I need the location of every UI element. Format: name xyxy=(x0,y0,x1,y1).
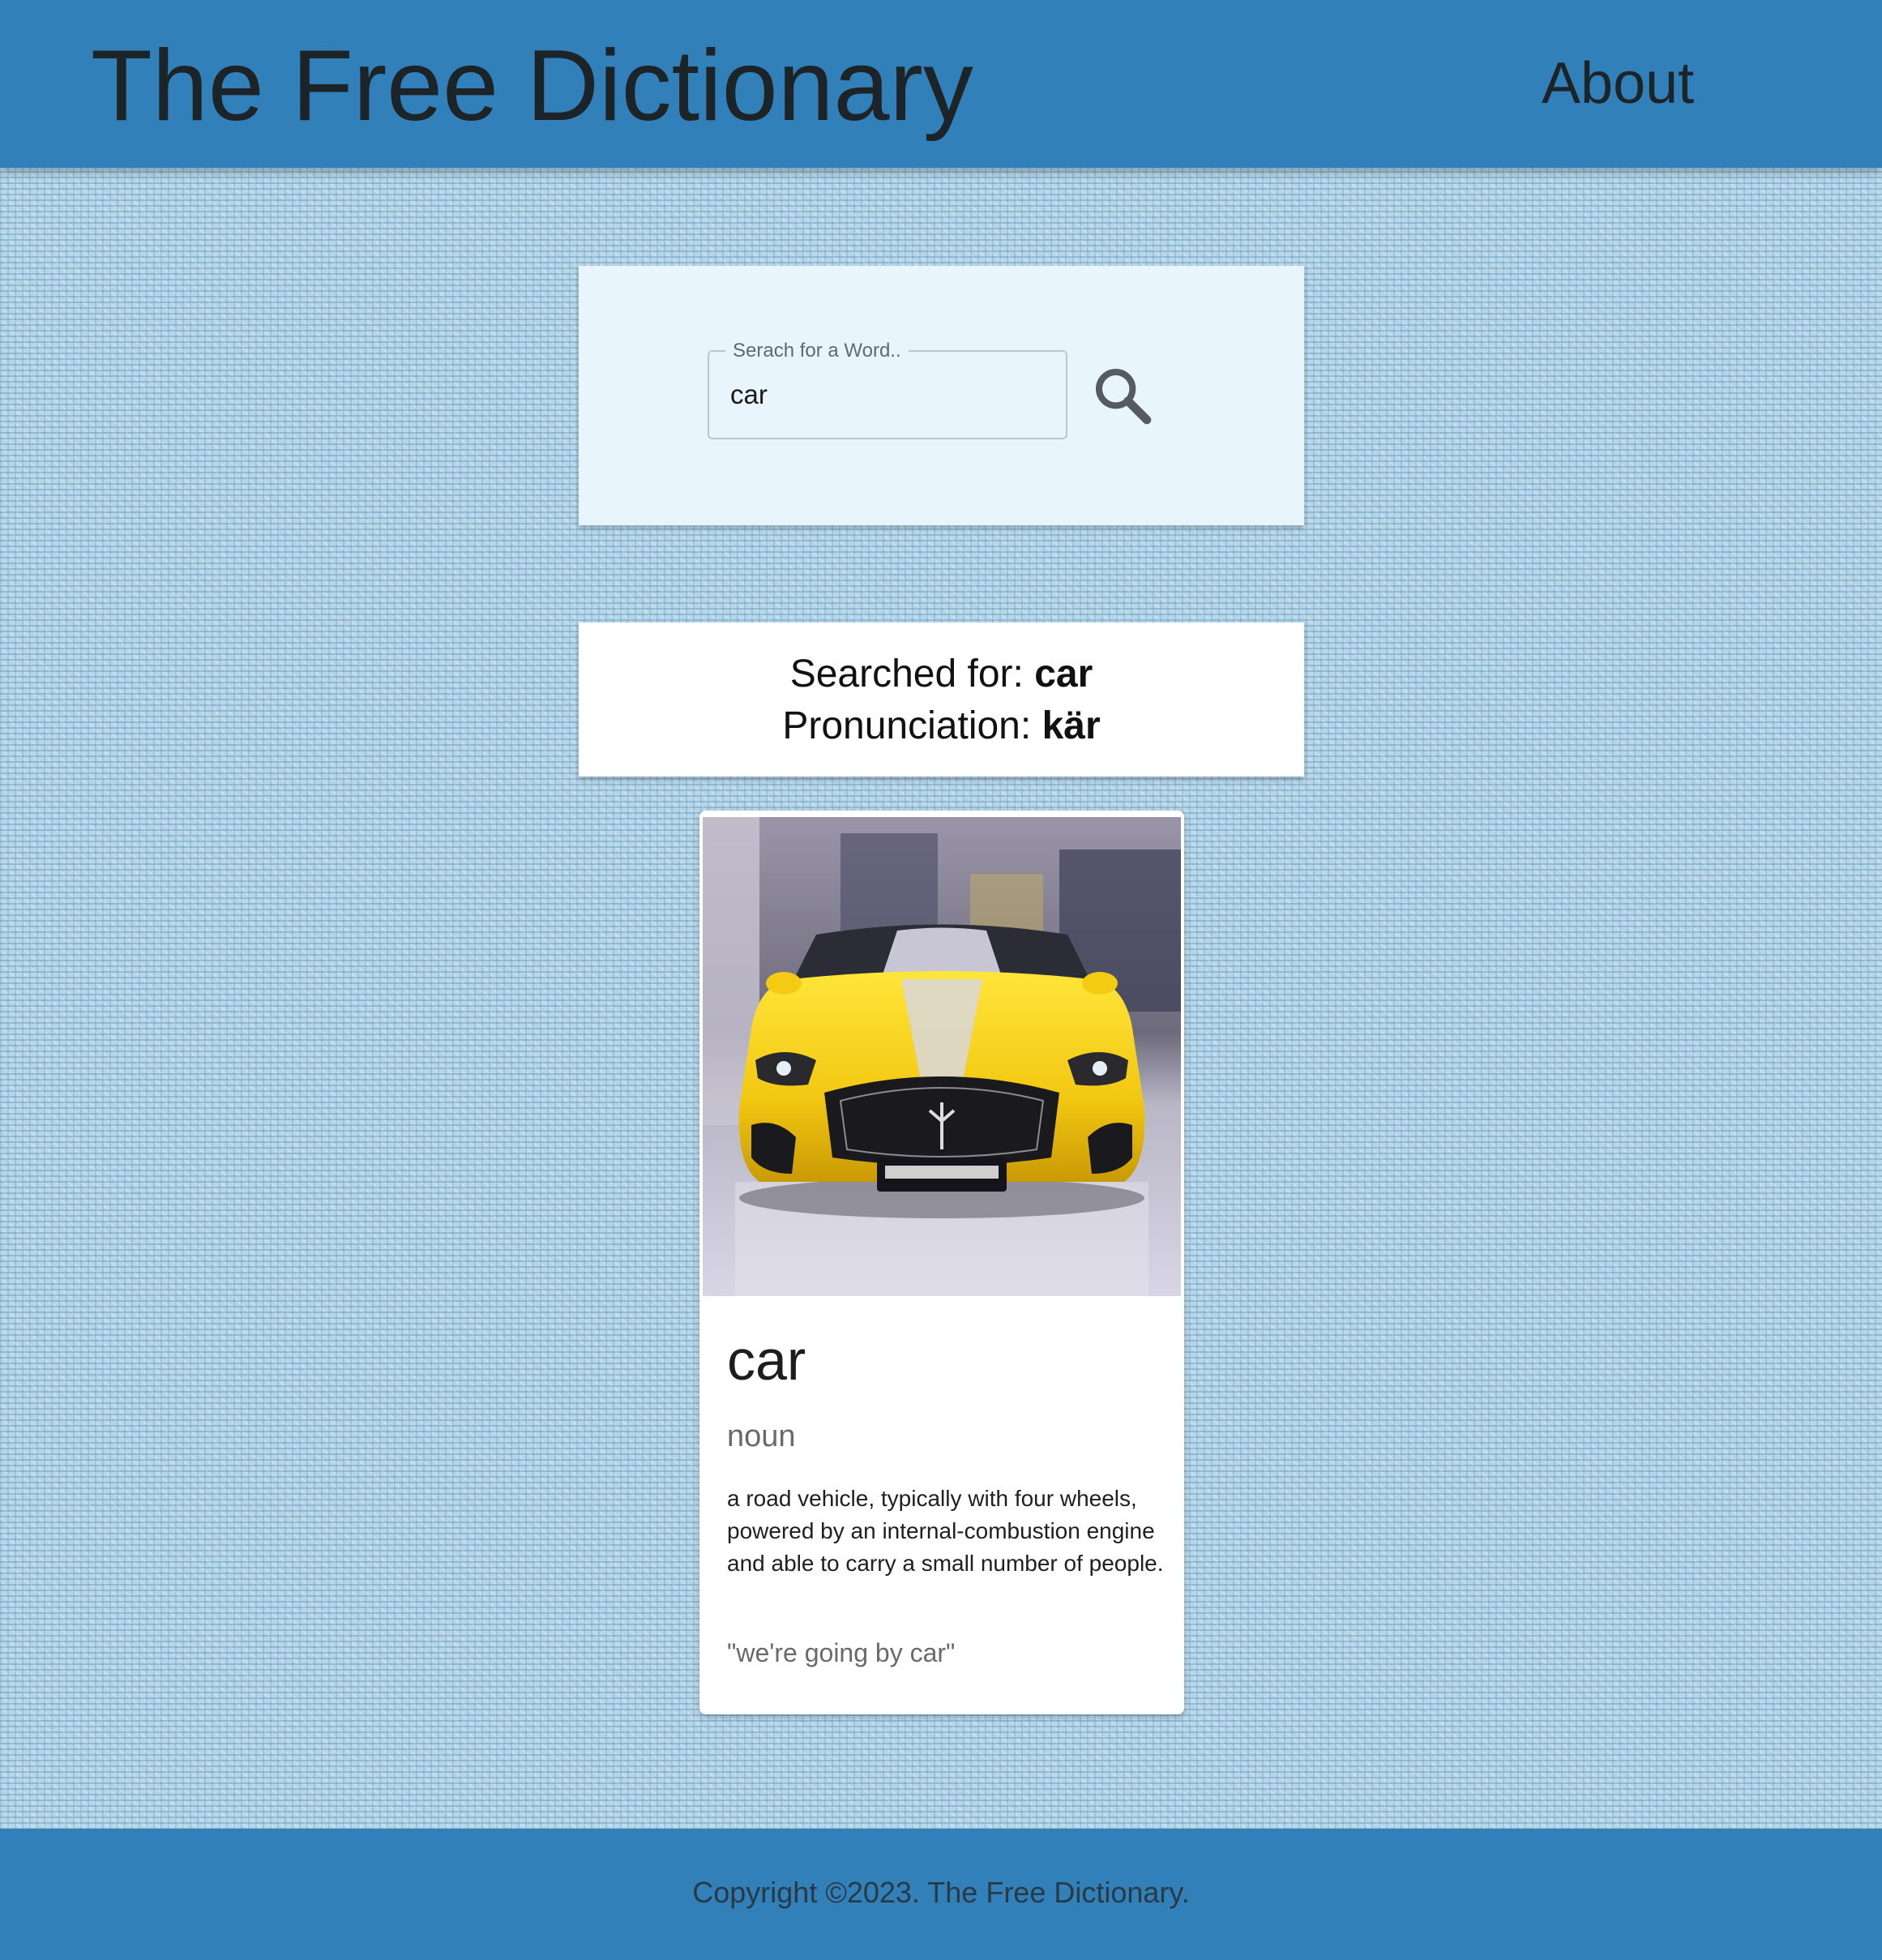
definition-text: a road vehicle, typically with four whee… xyxy=(727,1486,1164,1576)
car-image xyxy=(703,817,1181,1296)
search-field-label: Serach for a Word.. xyxy=(725,339,909,363)
example-sentence: "we're going by car" xyxy=(727,1638,956,1667)
app-footer: Copyright ©2023. The Free Dictionary. xyxy=(0,1829,1882,1960)
app-header: The Free Dictionary About xyxy=(0,0,1882,168)
definition-card: car noun a road vehicle, typically with … xyxy=(699,811,1184,1714)
pronunciation-line: Pronunciation: kär xyxy=(579,700,1304,752)
part-of-speech: noun xyxy=(727,1419,796,1453)
nav-about-link[interactable]: About xyxy=(1542,49,1694,118)
footer-copyright: Copyright ©2023. The Free Dictionary. xyxy=(692,1876,1190,1909)
searched-for-label: Searched for: xyxy=(789,653,1024,695)
search-icon xyxy=(1096,369,1152,425)
card-word: car xyxy=(727,1329,806,1392)
pronunciation-value: kär xyxy=(1042,704,1101,747)
search-button[interactable] xyxy=(1086,359,1159,432)
search-field[interactable]: Serach for a Word.. xyxy=(708,339,1067,439)
pronunciation-label: Pronunciation: xyxy=(782,704,1032,747)
search-panel: Serach for a Word.. xyxy=(579,266,1304,525)
result-summary: Searched for: car Pronunciation: kär xyxy=(579,623,1304,777)
searched-for-line: Searched for: car xyxy=(579,648,1304,700)
search-input[interactable] xyxy=(730,376,1046,413)
site-title[interactable]: The Free Dictionary xyxy=(91,29,973,143)
searched-word: car xyxy=(1034,653,1093,695)
